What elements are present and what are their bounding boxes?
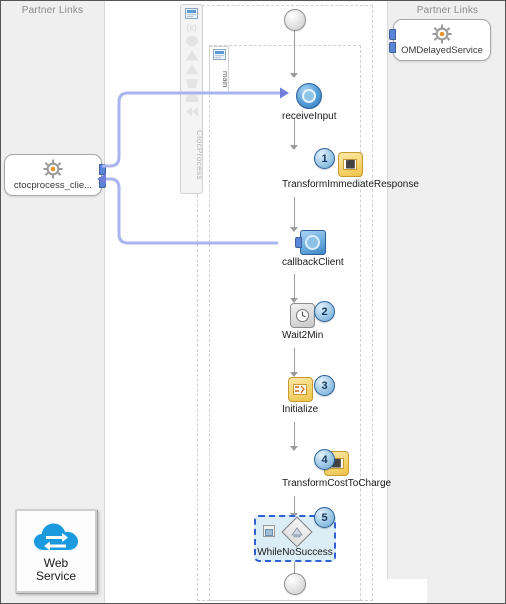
web-service-palette-button[interactable]: Web Service	[15, 509, 97, 593]
web-service-label-line1: Web	[43, 555, 69, 570]
partner-link-port-in[interactable]	[389, 29, 396, 40]
invoke-port[interactable]	[294, 237, 302, 248]
badge-4: 4	[314, 449, 335, 470]
partner-link-label: OMDelayedService	[401, 45, 483, 56]
assign-activity-icon	[287, 377, 313, 402]
gear-icon	[432, 24, 452, 44]
activity-receiveinput[interactable]: receiveInput	[282, 83, 336, 122]
variables-icon[interactable]: (x)	[184, 22, 199, 33]
bpel-diagram-canvas: Partner Links Partner Links (x) CtocProc…	[0, 0, 506, 604]
wait-clock-icon	[290, 303, 316, 328]
activity-label: TransformImmediateResponse	[282, 179, 419, 190]
activity-callbackclient[interactable]: callbackClient	[282, 230, 344, 268]
receive-activity-icon	[296, 83, 323, 109]
activity-label: receiveInput	[282, 111, 337, 122]
badge-1: 1	[314, 148, 335, 169]
link-callbackclient-to-client	[97, 173, 278, 245]
partner-links-panel-right: Partner Links	[387, 1, 505, 579]
activity-transformimmediateresponse[interactable]: ⬛ TransformImmediateResponse	[282, 152, 419, 190]
activity-initialize[interactable]: Initialize	[282, 377, 318, 415]
triangle-up-icon-2[interactable]	[185, 64, 199, 75]
panel-bottom-filler	[427, 579, 505, 603]
invoke-activity-icon	[294, 230, 326, 255]
scope-icon[interactable]	[185, 8, 198, 19]
while-loop-glyph-icon	[291, 527, 303, 538]
gear-icon	[43, 159, 63, 179]
triangle-up-icon[interactable]	[185, 50, 199, 61]
start-circle-icon	[284, 9, 306, 31]
activity-label: TransformCostToCharge	[282, 478, 392, 489]
activity-label: Wait2Min	[282, 330, 324, 341]
activity-label: Initialize	[282, 404, 319, 415]
activity-label: WhileNoSuccess	[257, 547, 333, 558]
badge-5: 5	[314, 507, 335, 528]
activity-label: callbackClient	[282, 257, 344, 268]
partner-link-ctocprocess-client[interactable]: ctocprocess_clie...	[4, 154, 106, 196]
transform-activity-icon: ⬛	[337, 152, 363, 177]
partner-link-omdelayedservice[interactable]: OMDelayedService	[389, 19, 491, 61]
circle-shape-icon[interactable]	[185, 35, 199, 47]
sequence-arrowhead	[290, 73, 298, 78]
web-service-label-line2: Service	[35, 568, 76, 583]
partner-links-title-right: Partner Links	[416, 5, 479, 16]
process-start-node[interactable]	[284, 9, 306, 31]
process-end-node[interactable]	[284, 573, 306, 595]
svg-text:(x): (x)	[186, 23, 197, 33]
while-scope-mini-icon	[263, 525, 275, 537]
sequence-connector	[294, 31, 295, 77]
badge-2: 2	[314, 301, 335, 322]
sequence-arrowhead	[290, 145, 298, 150]
partner-link-label: ctocprocess_clie...	[13, 180, 93, 191]
cloud-exchange-icon	[34, 523, 78, 550]
sequence-icon	[212, 49, 226, 60]
badge-3: 3	[314, 375, 335, 396]
partner-link-port-out[interactable]	[389, 42, 396, 53]
sequence-connector	[294, 197, 295, 231]
end-circle-icon	[284, 573, 306, 595]
partner-links-title-left: Partner Links	[21, 5, 84, 16]
activity-transformcosttocharge[interactable]: ⬛ TransformCostToCharge	[282, 451, 391, 489]
